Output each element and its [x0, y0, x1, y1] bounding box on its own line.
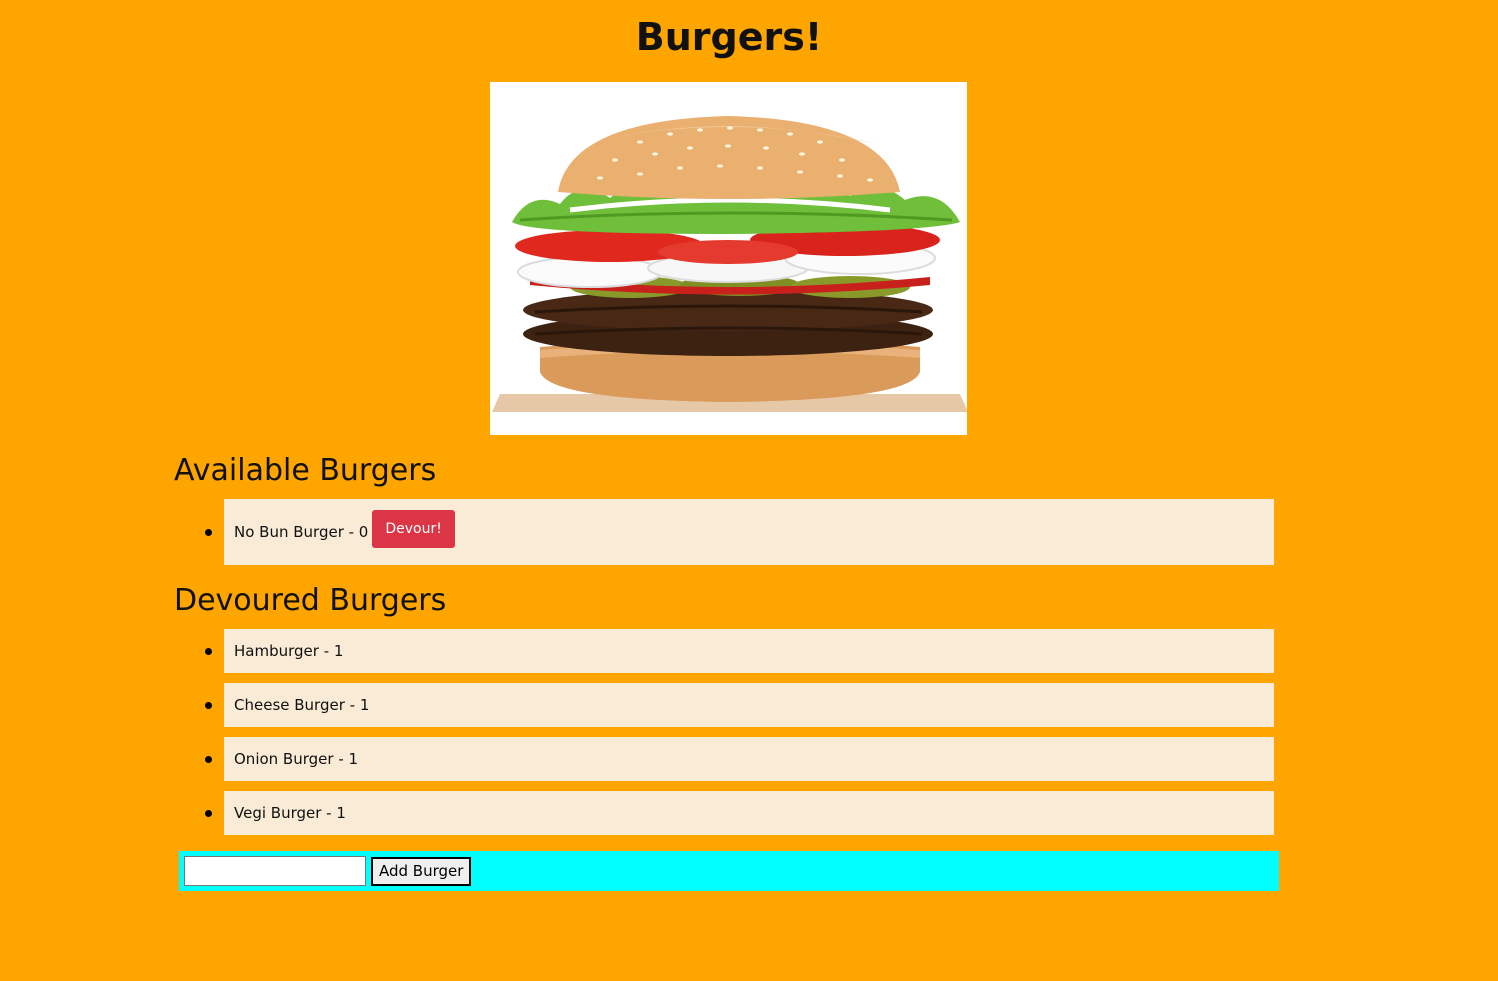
list-item: Cheese Burger - 1 — [205, 683, 1274, 727]
bullet-icon — [205, 702, 212, 709]
bullet-icon — [205, 529, 212, 536]
available-list: No Bun Burger - 0 Devour! — [205, 499, 1274, 565]
list-item: Onion Burger - 1 — [205, 737, 1274, 781]
available-heading: Available Burgers — [174, 453, 437, 488]
burger-label: Cheese Burger - 1 — [234, 696, 370, 714]
bullet-icon — [205, 756, 212, 763]
add-burger-form: Add Burger — [179, 851, 1279, 891]
bullet-icon — [205, 648, 212, 655]
page-title: Burgers! — [635, 15, 823, 59]
list-item: No Bun Burger - 0 Devour! — [205, 499, 1274, 565]
burger-illustration — [490, 82, 967, 435]
burger-name-input[interactable] — [184, 856, 366, 886]
bullet-icon — [205, 810, 212, 817]
devoured-heading: Devoured Burgers — [174, 583, 447, 618]
devour-button[interactable]: Devour! — [372, 510, 455, 548]
list-item: Hamburger - 1 — [205, 629, 1274, 673]
list-item: Vegi Burger - 1 — [205, 791, 1274, 835]
burger-label: Onion Burger - 1 — [234, 750, 359, 768]
burger-label: No Bun Burger - 0 — [234, 523, 369, 541]
burger-label: Vegi Burger - 1 — [234, 804, 346, 822]
burger-image — [490, 82, 967, 435]
burger-label: Hamburger - 1 — [234, 642, 344, 660]
add-burger-button[interactable]: Add Burger — [371, 856, 472, 886]
devoured-list: Hamburger - 1 Cheese Burger - 1 Onion Bu… — [205, 629, 1274, 845]
